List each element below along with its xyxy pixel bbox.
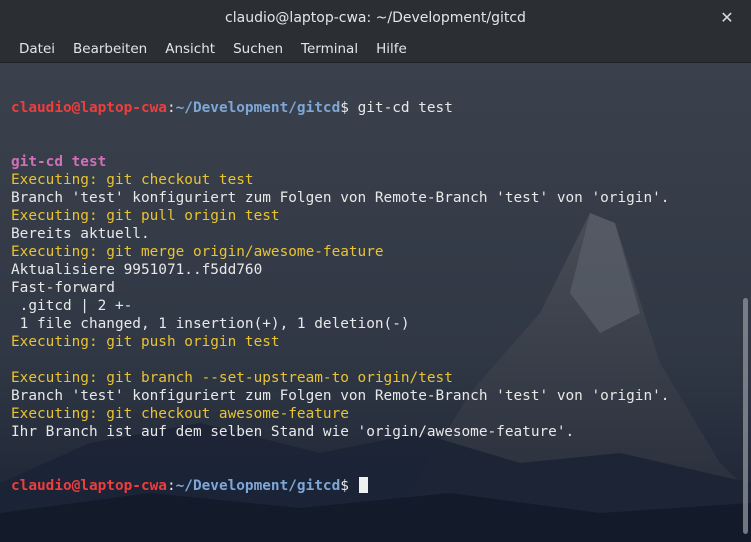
menu-terminal[interactable]: Terminal [292, 41, 367, 57]
prompt-separator: : [166, 478, 176, 494]
output-line: .gitcd | 2 +- [11, 297, 669, 315]
close-icon[interactable]: ✕ [717, 8, 737, 28]
command-text: git-cd test [348, 100, 453, 116]
prompt-line: claudio@laptop-cwa:~/Development/gitcd$ [11, 477, 669, 495]
prompt-user: claudio@laptop-cwa [11, 478, 167, 494]
output-line-text: Executing: git checkout test [11, 172, 254, 188]
output-line-text: Branch 'test' konfiguriert zum Folgen vo… [11, 388, 670, 404]
output-line-text: Bereits aktuell. [11, 226, 150, 242]
output-line-text: Executing: git push origin test [11, 334, 280, 350]
output-line: Executing: git pull origin test [11, 207, 669, 225]
prompt-dollar: $ [340, 478, 349, 494]
prompt-line: claudio@laptop-cwa:~/Development/gitcd$ … [11, 99, 669, 117]
title-bar[interactable]: claudio@laptop-cwa: ~/Development/gitcd … [0, 0, 751, 36]
output-line: Executing: git push origin test [11, 333, 669, 351]
output-line-text: git-cd test [11, 154, 107, 170]
output-line: Executing: git branch --set-upstream-to … [11, 369, 669, 387]
prompt-separator: : [166, 100, 176, 116]
prompt-dollar: $ [340, 100, 349, 116]
output-line-text: Ihr Branch ist auf dem selben Stand wie … [11, 424, 575, 440]
menu-bar: Datei Bearbeiten Ansicht Suchen Terminal… [0, 36, 751, 63]
terminal-window: claudio@laptop-cwa: ~/Development/gitcd … [0, 0, 751, 542]
output-line-text: Aktualisiere 9951071..f5dd760 [11, 262, 263, 278]
output-line-text: 1 file changed, 1 insertion(+), 1 deleti… [11, 316, 410, 332]
scroll-thumb[interactable] [743, 298, 748, 534]
output-line-text: Branch 'test' konfiguriert zum Folgen vo… [11, 190, 670, 206]
scrollbar[interactable] [739, 63, 751, 542]
prompt-path: ~/Development/gitcd [175, 100, 341, 116]
menu-bearbeiten[interactable]: Bearbeiten [64, 41, 156, 57]
output-line: Ihr Branch ist auf dem selben Stand wie … [11, 423, 669, 441]
output-line: Executing: git checkout awesome-feature [11, 405, 669, 423]
output-line-text: Executing: git checkout awesome-feature [11, 406, 349, 422]
output-line: Fast-forward [11, 279, 669, 297]
menu-ansicht[interactable]: Ansicht [156, 41, 224, 57]
output-line: 1 file changed, 1 insertion(+), 1 deleti… [11, 315, 669, 333]
output-line-text: Executing: git merge origin/awesome-feat… [11, 244, 384, 260]
menu-suchen[interactable]: Suchen [224, 41, 292, 57]
menu-hilfe[interactable]: Hilfe [367, 41, 416, 57]
output-line: Branch 'test' konfiguriert zum Folgen vo… [11, 387, 669, 405]
output-line-text: Executing: git pull origin test [11, 208, 280, 224]
output-line-text: Fast-forward [11, 280, 115, 296]
terminal-area[interactable]: claudio@laptop-cwa:~/Development/gitcd$ … [0, 63, 751, 542]
terminal-output: claudio@laptop-cwa:~/Development/gitcd$ … [11, 63, 669, 531]
menu-datei[interactable]: Datei [10, 41, 64, 57]
output-line: Aktualisiere 9951071..f5dd760 [11, 261, 669, 279]
output-line: Bereits aktuell. [11, 225, 669, 243]
window-title: claudio@laptop-cwa: ~/Development/gitcd [225, 10, 526, 26]
output-line: git-cd test [11, 153, 669, 171]
output-line-text: .gitcd | 2 +- [11, 298, 133, 314]
output-line-text: Executing: git branch --set-upstream-to … [11, 370, 453, 386]
output-line: Executing: git checkout test [11, 171, 669, 189]
text-cursor [358, 477, 368, 493]
prompt-user: claudio@laptop-cwa [11, 100, 167, 116]
output-line: Branch 'test' konfiguriert zum Folgen vo… [11, 189, 669, 207]
prompt-path: ~/Development/gitcd [175, 478, 341, 494]
output-line: Executing: git merge origin/awesome-feat… [11, 243, 669, 261]
